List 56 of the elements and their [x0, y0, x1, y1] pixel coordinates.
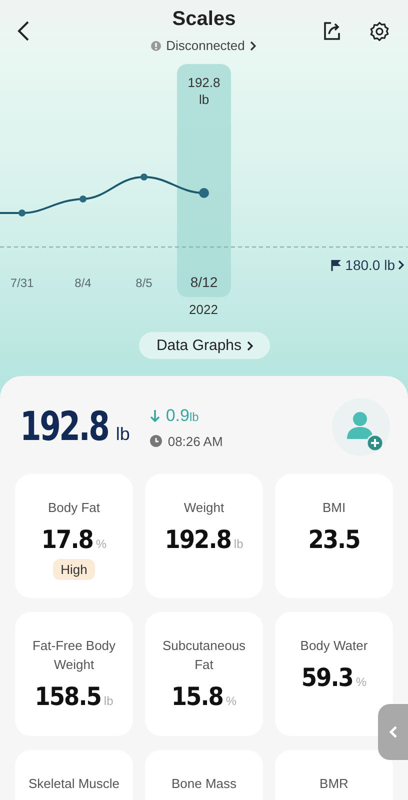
- metric-label: Subcutaneous Fat: [161, 637, 247, 674]
- metric-label: Skeletal Muscle: [28, 775, 120, 793]
- connection-status[interactable]: Disconnected: [151, 38, 257, 53]
- chevron-icon: [398, 260, 404, 270]
- metric-label: Fat-Free Body Weight: [31, 637, 117, 674]
- reading-value: 192.8: [188, 75, 220, 90]
- metric-unit: %: [96, 537, 107, 551]
- metric-value: 158.5: [34, 682, 101, 711]
- flag-icon: [330, 259, 342, 271]
- metric-label: Body Water: [300, 637, 368, 655]
- metric-label: Bone Mass: [171, 775, 237, 793]
- chevron-icon: [250, 40, 257, 50]
- metric-label: BMI: [322, 499, 346, 517]
- metric-unit: lb: [234, 537, 244, 551]
- metric-label: Weight: [184, 499, 224, 517]
- metric-value: 17.8: [41, 525, 93, 554]
- weight-unit: lb: [116, 424, 130, 444]
- measurement-time: 08:26 AM: [168, 434, 223, 448]
- metric-card[interactable]: Skeletal Muscle: [15, 750, 133, 800]
- metric-label: BMR: [320, 775, 348, 793]
- metric-card[interactable]: Body Fat 17.8% High: [15, 474, 133, 598]
- metric-unit: %: [356, 675, 367, 689]
- year-label: 2022: [189, 302, 218, 317]
- metric-card[interactable]: Subcutaneous Fat 15.8%: [145, 612, 263, 736]
- metric-value: 15.8: [171, 682, 223, 711]
- metric-label: Body Fat: [48, 499, 100, 517]
- metric-unit: %: [226, 694, 237, 708]
- metric-card[interactable]: Body Water 59.3%: [275, 612, 393, 736]
- metric-value: 59.3: [301, 663, 353, 692]
- chevron-left-icon: [388, 725, 398, 739]
- side-panel-handle[interactable]: [378, 704, 408, 760]
- screen-title: Scales: [172, 8, 236, 31]
- share-icon: [322, 21, 342, 41]
- metric-value: 23.5: [308, 525, 360, 554]
- date-label[interactable]: 7/31: [10, 276, 34, 290]
- down-arrow-icon: [150, 410, 160, 422]
- metric-card[interactable]: Fat-Free Body Weight 158.5 lb: [15, 612, 133, 736]
- metric-value: 192.8: [164, 525, 231, 554]
- metric-card[interactable]: Bone Mass: [145, 750, 263, 800]
- date-label[interactable]: 8/4: [74, 276, 92, 290]
- data-graphs-button[interactable]: Data Graphs: [139, 332, 270, 359]
- info-icon: [151, 40, 162, 50]
- current-weight: 192.8: [20, 404, 108, 450]
- metric-card[interactable]: BMI 23.5: [275, 474, 393, 598]
- metric-unit: lb: [104, 694, 114, 708]
- reading-unit: lb: [198, 92, 210, 107]
- date-label[interactable]: 8/12: [190, 274, 218, 290]
- weight-change: 0.9lb: [166, 406, 199, 426]
- metric-card[interactable]: BMR: [275, 750, 393, 800]
- status-badge: High: [52, 559, 96, 580]
- chevron-icon: [246, 340, 253, 350]
- goal-weight-link[interactable]: 180.0 lb: [330, 257, 404, 273]
- metric-card[interactable]: Weight 192.8 lb: [145, 474, 263, 598]
- date-label[interactable]: 8/5: [136, 276, 152, 290]
- settings-icon: [369, 21, 390, 42]
- clock-icon: [150, 435, 162, 447]
